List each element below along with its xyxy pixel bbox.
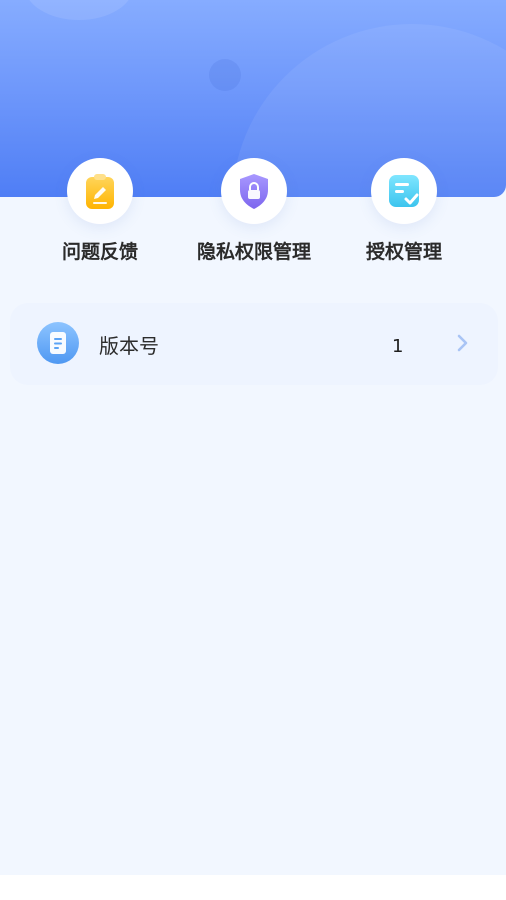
shield-lock-icon <box>240 174 268 209</box>
quick-action-privacy[interactable]: 隐私权限管理 <box>184 158 324 264</box>
decorative-circle <box>209 59 241 91</box>
quick-action-label: 隐私权限管理 <box>196 241 311 263</box>
document-icon <box>50 332 66 354</box>
quick-action-feedback[interactable]: 问题反馈 <box>30 158 170 264</box>
quick-action-label: 授权管理 <box>365 241 442 263</box>
version-value: 1 <box>392 336 404 357</box>
feedback-icon-ring <box>67 158 133 224</box>
version-label: 版本号 <box>99 334 159 358</box>
authorization-icon-ring <box>371 158 437 224</box>
quick-action-label: 问题反馈 <box>61 241 138 263</box>
quick-action-authorization[interactable]: 授权管理 <box>334 158 474 264</box>
decorative-circle <box>24 0 134 20</box>
bottom-blank-area <box>0 875 506 900</box>
privacy-icon-ring <box>221 158 287 224</box>
chevron-right-icon <box>457 334 468 352</box>
clipboard-edit-icon <box>86 174 114 209</box>
version-icon-circle <box>37 322 79 364</box>
version-row[interactable]: 版本号 1 <box>10 303 498 385</box>
settings-page: 问题反馈 隐私权限管理 授权管理 版本号 1 <box>0 0 506 875</box>
checklist-icon <box>389 175 419 207</box>
